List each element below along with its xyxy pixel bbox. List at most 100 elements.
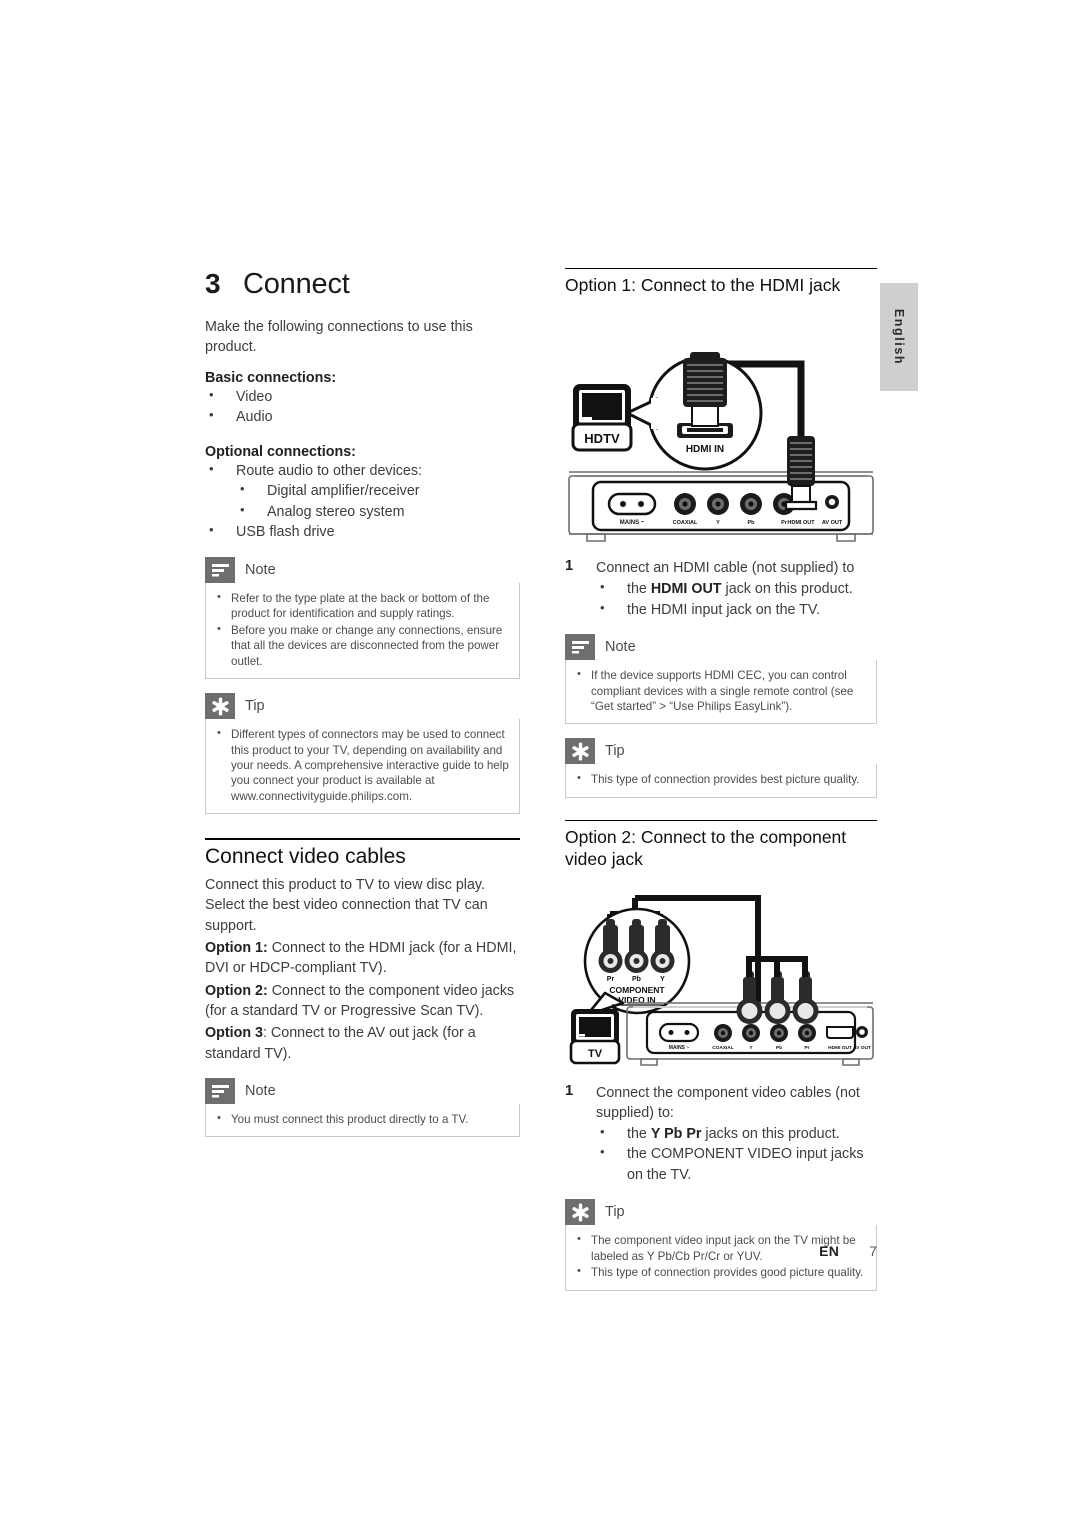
svg-text:MAINS ~: MAINS ~ (669, 1045, 690, 1051)
bullet-post: jack on this product. (721, 580, 853, 597)
callout-item: Refer to the type plate at the back or b… (214, 590, 509, 622)
page-footer: EN 7 (565, 1243, 877, 1259)
bullet-pre: the (627, 580, 651, 597)
callout-item: You must connect this product directly t… (214, 1111, 509, 1127)
right-column: Option 1: Connect to the HDMI jack HDMI … (565, 268, 877, 1291)
note-callout-2: Note You must connect this product direc… (205, 1077, 520, 1138)
svg-text:AV OUT: AV OUT (822, 520, 843, 526)
note-callout-3: Note If the device supports HDMI CEC, yo… (565, 634, 877, 725)
callout-item: Before you make or change any connection… (214, 622, 509, 669)
step-body: Connect the component video cables (not … (596, 1083, 877, 1186)
svg-text:Pr: Pr (804, 1045, 809, 1051)
option-1-description: Option 1: Connect to the HDMI jack (for … (205, 938, 520, 979)
step-text: Connect the component video cables (not … (596, 1084, 860, 1122)
tip-callout-2: Tip This type of connection provides bes… (565, 738, 877, 798)
step-number: 1 (565, 558, 574, 575)
callout-item: If the device supports HDMI CEC, you can… (574, 667, 866, 714)
chapter-heading: 3 Connect (205, 268, 520, 301)
list-item: Analog stereo system (236, 501, 520, 523)
optional-connections-heading: Optional connections: (205, 443, 356, 460)
video-cables-paragraph: Connect this product to TV to view disc … (205, 877, 488, 934)
svg-text:Pb: Pb (776, 1045, 782, 1051)
list-item: Video (205, 386, 520, 408)
option-1-heading: Option 1: Connect to the HDMI jack (565, 275, 841, 295)
option-2-heading: Option 2: Connect to the component video… (565, 826, 847, 870)
callout-body: Different types of connectors may be use… (205, 719, 520, 815)
option-3-description: Option 3: Connect to the AV out jack (fo… (205, 1023, 520, 1064)
hdtv-icon: HDTV (571, 384, 633, 452)
list-item: the Y Pb Pr jacks on this product. (596, 1123, 877, 1145)
svg-text:Y: Y (716, 520, 720, 526)
document-page: 3 Connect Make the following connections… (0, 0, 1080, 1527)
figure-component-video: Pr Pb Y COMPONENT VIDEO IN TV MAINS ~ CO… (565, 881, 877, 1073)
callout-header: Note (565, 634, 877, 661)
callout-header: Tip (565, 1199, 877, 1226)
list-item: the HDMI OUT jack on this product. (596, 578, 877, 600)
callout-title: Note (245, 1082, 276, 1099)
section-option-1: Option 1: Connect to the HDMI jack (565, 268, 877, 296)
callout-header: Tip (565, 738, 877, 765)
step-number: 1 (565, 1082, 574, 1099)
option-1-step: 1 Connect an HDMI cable (not supplied) t… (565, 558, 877, 620)
callout-title: Tip (605, 1204, 625, 1221)
option-2-label: Option 2: (205, 982, 268, 999)
list-item: Digital amplifier/receiver (236, 480, 520, 502)
note-icon (205, 1077, 235, 1104)
optional-connections-list: Route audio to other devices: Digital am… (205, 460, 520, 543)
callout-body: Refer to the type plate at the back or b… (205, 583, 520, 680)
svg-text:COAXIAL: COAXIAL (673, 520, 698, 526)
svg-text:HDMI OUT: HDMI OUT (787, 520, 815, 526)
svg-text:AV OUT: AV OUT (853, 1045, 871, 1051)
svg-text:TV: TV (588, 1048, 603, 1060)
intro-paragraph: Make the following connections to use th… (205, 319, 473, 356)
callout-body: You must connect this product directly t… (205, 1103, 520, 1138)
svg-text:HDMI OUT: HDMI OUT (828, 1045, 852, 1051)
option-2-description: Option 2: Connect to the component video… (205, 981, 520, 1022)
callout-header: Note (205, 1077, 520, 1104)
callout-title: Note (605, 639, 636, 656)
note-icon (205, 557, 235, 584)
option-2-step: 1 Connect the component video cables (no… (565, 1083, 877, 1186)
callout-header: Note (205, 557, 520, 584)
chapter-title: Connect (243, 268, 350, 300)
list-item: the COMPONENT VIDEO input jacks on the T… (596, 1143, 877, 1185)
callout-item: Different types of connectors may be use… (214, 726, 509, 804)
figure-hdmi-connection: HDMI IN HDTV MAINS ~ COAXIAL Y Pb Pr HDM… (565, 306, 877, 548)
section-connect-video-cables: Connect video cables (205, 838, 520, 869)
basic-connections-list: Video Audio (205, 386, 520, 428)
tip-callout-1: Tip Different types of connectors may be… (205, 693, 520, 815)
callout-header: Tip (205, 693, 520, 720)
callout-item: This type of connection provides good pi… (574, 1264, 866, 1280)
bullet-post: jacks on this product. (701, 1125, 840, 1142)
tv-icon: TV (569, 1008, 621, 1064)
callout-title: Tip (605, 743, 625, 760)
svg-text:Pb: Pb (632, 976, 641, 983)
list-item: USB flash drive (205, 522, 520, 543)
step-body: Connect an HDMI cable (not supplied) to … (596, 558, 877, 620)
svg-text:HDTV: HDTV (584, 431, 620, 446)
list-item: the HDMI input jack on the TV. (596, 599, 877, 621)
svg-text:Y: Y (749, 1045, 753, 1051)
svg-text:MAINS ~: MAINS ~ (620, 520, 645, 526)
footer-page-number: 7 (869, 1243, 877, 1259)
section-heading: Connect video cables (205, 845, 406, 869)
svg-text:Pr: Pr (607, 976, 615, 983)
language-tab-label: English (892, 308, 906, 366)
section-option-2: Option 2: Connect to the component video… (565, 819, 877, 871)
option-3-label: Option 3 (205, 1025, 263, 1042)
step-sub-list: the Y Pb Pr jacks on this product. the C… (596, 1123, 877, 1186)
bullet-pre: the (627, 1125, 651, 1142)
note-callout-1: Note Refer to the type plate at the back… (205, 557, 520, 680)
tip-icon (205, 693, 235, 720)
chapter-number: 3 (205, 268, 221, 299)
tip-icon (565, 1199, 595, 1226)
left-column: 3 Connect Make the following connections… (205, 268, 520, 1138)
bullet-bold: Y Pb Pr (650, 1125, 702, 1142)
note-icon (565, 634, 595, 661)
svg-text:COAXIAL: COAXIAL (712, 1045, 734, 1051)
list-item-label: Route audio to other devices: (236, 462, 422, 479)
svg-text:Y: Y (660, 976, 665, 983)
language-tab: English (880, 283, 918, 391)
bullet-bold: HDMI OUT (650, 580, 722, 597)
tip-icon (565, 738, 595, 765)
